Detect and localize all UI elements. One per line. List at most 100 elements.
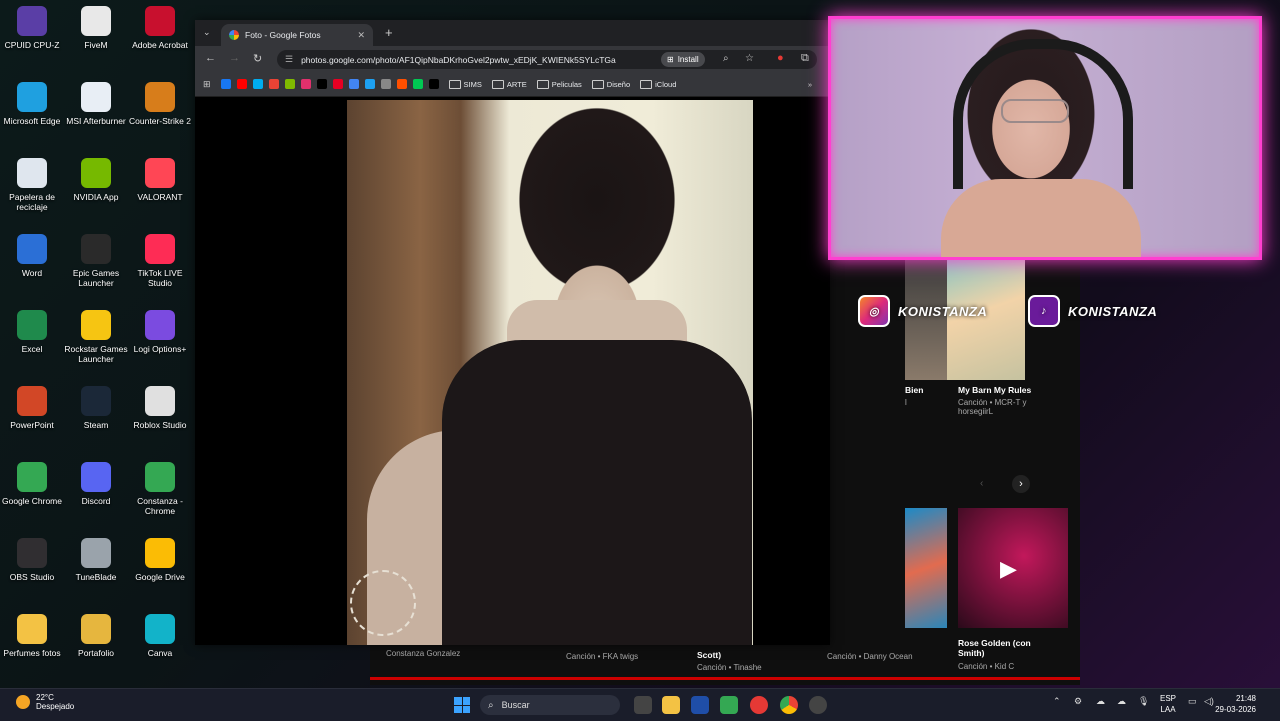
desktop-icon-chrome-icon[interactable]: Google Chrome: [0, 462, 64, 506]
tab-google-photos[interactable]: Foto - Google Fotos ✕: [221, 24, 373, 46]
forward-icon[interactable]: →: [229, 52, 240, 64]
bookmark-site-icon[interactable]: [364, 79, 375, 89]
desktop-icon-fivem-icon[interactable]: FiveM: [64, 6, 128, 50]
logi-icon: [145, 310, 175, 340]
desktop-icon-tiktok-live-icon[interactable]: TikTok LIVE Studio: [128, 234, 192, 288]
ea-icon[interactable]: [691, 696, 709, 714]
address-bar[interactable]: ☰ photos.google.com/photo/AF1QipNbaDKrho…: [277, 50, 817, 69]
drive-taskbar-icon[interactable]: [720, 696, 738, 714]
tray-overflow-icon[interactable]: ⌃: [1053, 696, 1061, 707]
bookmark-star-icon[interactable]: ☆: [745, 53, 754, 64]
weather-widget[interactable]: 22°C Despejado: [16, 693, 74, 711]
album-art-blue[interactable]: [905, 508, 947, 628]
desktop-icon-edge-icon[interactable]: Microsoft Edge: [0, 82, 64, 126]
bookmark-site-icon[interactable]: [268, 79, 279, 89]
card-title-bien[interactable]: Bien: [905, 385, 923, 395]
tray-cloud-icon[interactable]: ☁: [1096, 696, 1105, 707]
tab-search-icon[interactable]: ⌄: [203, 27, 211, 38]
obs-taskbar-icon[interactable]: [809, 696, 827, 714]
bookmark-folder[interactable]: SIMS: [448, 79, 482, 89]
taskbar-search[interactable]: ⌕ Buscar: [480, 695, 620, 715]
desktop-icon-steam-icon[interactable]: Steam: [64, 386, 128, 430]
zoom-icon[interactable]: ⌕: [723, 53, 729, 64]
profile-name: Constanza Gonzalez: [386, 649, 461, 658]
bookmark-site-icon[interactable]: [412, 79, 423, 89]
glasses-shape: [1001, 99, 1069, 123]
desktop-icon-obs-icon[interactable]: OBS Studio: [0, 538, 64, 582]
bottom-title-2[interactable]: Scott): [697, 650, 721, 660]
reload-icon[interactable]: ↻: [253, 52, 262, 65]
file-explorer-icon[interactable]: [662, 696, 680, 714]
bookmark-site-icon[interactable]: [428, 79, 439, 89]
carousel-prev-icon[interactable]: ‹: [980, 478, 983, 489]
desktop-icon-label: Constanza - Chrome: [137, 496, 183, 516]
desktop-icon-excel-icon[interactable]: Excel: [0, 310, 64, 354]
network-icon[interactable]: ▭: [1188, 696, 1197, 707]
install-button[interactable]: ⊞ Install: [661, 52, 705, 67]
microphone-icon[interactable]: 🎙: [1138, 696, 1149, 707]
desktop-icon-cs2-icon[interactable]: Counter-Strike 2: [128, 82, 192, 126]
desktop-icon-valorant-icon[interactable]: VALORANT: [128, 158, 192, 202]
desktop-icon-cpu-z-icon[interactable]: CPUID CPU-Z: [0, 6, 64, 50]
desktop-icon-nvidia-icon[interactable]: NVIDIA App: [64, 158, 128, 202]
extensions-puzzle-icon[interactable]: ⧉: [801, 52, 809, 65]
carousel-next-icon[interactable]: ›: [1012, 475, 1030, 493]
close-tab-icon[interactable]: ✕: [357, 30, 365, 41]
bookmark-site-icon[interactable]: [236, 79, 247, 89]
clock[interactable]: 21:48 29-03-2026: [1215, 693, 1256, 715]
tray-app-icon[interactable]: ⚙: [1074, 696, 1082, 707]
desktop-icon-tuneblade-icon[interactable]: TuneBlade: [64, 538, 128, 582]
bookmark-site-icon[interactable]: [332, 79, 343, 89]
bookmark-site-icon[interactable]: [300, 79, 311, 89]
playback-progress[interactable]: [370, 677, 1080, 680]
desktop-icon-acrobat-icon[interactable]: Adobe Acrobat: [128, 6, 192, 50]
bookmark-folder[interactable]: Diseño: [591, 79, 630, 89]
desktop-icon-roblox-icon[interactable]: Roblox Studio: [128, 386, 192, 430]
extension-icon[interactable]: ●: [777, 52, 784, 64]
start-icon[interactable]: [454, 697, 470, 713]
desktop-icon-epic-games-icon[interactable]: Epic Games Launcher: [64, 234, 128, 288]
chrome-taskbar-icon[interactable]: [780, 696, 798, 714]
bookmark-site-icon[interactable]: [396, 79, 407, 89]
bookmark-folder[interactable]: ARTE: [491, 79, 527, 89]
onedrive-icon[interactable]: ☁: [1117, 696, 1126, 707]
apps-grid-icon[interactable]: ⊞: [203, 79, 211, 90]
bookmark-site-icon[interactable]: [348, 79, 359, 89]
url-text[interactable]: photos.google.com/photo/AF1QipNbaDKrhoGv…: [301, 55, 616, 65]
task-view-icon[interactable]: [634, 696, 652, 714]
desktop-icon-canva-icon[interactable]: Canva: [128, 614, 192, 658]
desktop-icon-word-icon[interactable]: Word: [0, 234, 64, 278]
more-bookmarks-icon[interactable]: »: [808, 80, 812, 89]
desktop-icon-afterburner-icon[interactable]: MSI Afterburner: [64, 82, 128, 126]
photo-image[interactable]: [347, 100, 753, 645]
site-info-icon[interactable]: ☰: [285, 54, 293, 65]
desktop-icon-folder-icon[interactable]: Portafolio: [64, 614, 128, 658]
bookmark-site-icon[interactable]: [220, 79, 231, 89]
bookmark-site-icon[interactable]: [380, 79, 391, 89]
new-tab-icon[interactable]: +: [385, 25, 393, 40]
bookmark-site-icon[interactable]: [252, 79, 263, 89]
media-taskbar-icon[interactable]: [750, 696, 768, 714]
desktop-icon-powerpoint-icon[interactable]: PowerPoint: [0, 386, 64, 430]
volume-icon[interactable]: ◁): [1204, 696, 1214, 707]
desktop-icon-recycle-bin-icon[interactable]: Papelera de reciclaje: [0, 158, 64, 212]
desktop-icon-discord-icon[interactable]: Discord: [64, 462, 128, 506]
back-icon[interactable]: ←: [205, 52, 216, 64]
language-indicator[interactable]: ESP LAA: [1160, 693, 1176, 715]
play-icon[interactable]: ▶: [1000, 556, 1017, 582]
desktop-icon-drive-icon[interactable]: Google Drive: [128, 538, 192, 582]
album-art-rose[interactable]: ▶: [958, 508, 1068, 628]
tab-title: Foto - Google Fotos: [245, 30, 321, 40]
card-title-rose[interactable]: Rose Golden (con Smith): [958, 638, 1048, 658]
card-title-barn[interactable]: My Barn My Rules: [958, 385, 1031, 395]
desktop-icon-rockstar-icon[interactable]: Rockstar Games Launcher: [64, 310, 128, 364]
bookmark-site-icon[interactable]: [284, 79, 295, 89]
desktop-icon-chrome-profile-icon[interactable]: Constanza - Chrome: [128, 462, 192, 516]
bookmark-folder[interactable]: Peliculas: [536, 79, 582, 89]
desktop-icon-logi-icon[interactable]: Logi Options+: [128, 310, 192, 354]
desktop-icon-label: VALORANT: [137, 192, 183, 202]
bookmark-folder[interactable]: iCloud: [640, 79, 676, 89]
bookmark-site-icon[interactable]: [316, 79, 327, 89]
desktop-icon-folder-icon[interactable]: Perfumes fotos: [0, 614, 64, 658]
desktop-icon-label: Epic Games Launcher: [72, 268, 120, 288]
